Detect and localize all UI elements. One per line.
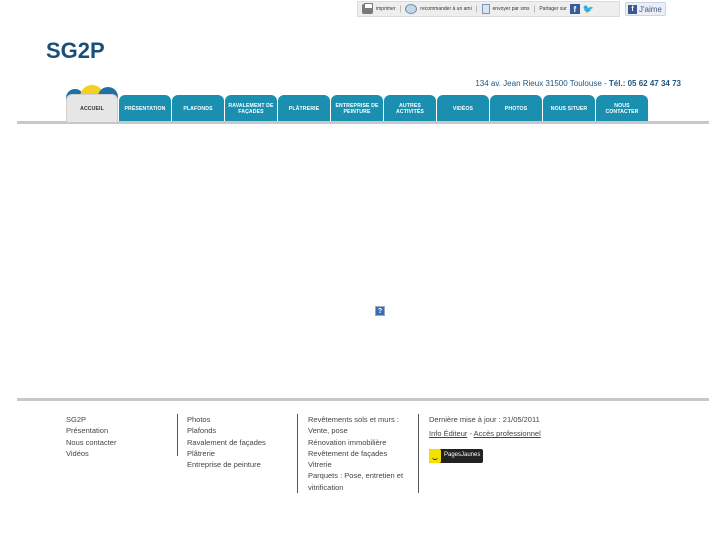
nav-divider [17,121,709,124]
printer-icon [362,3,373,14]
footer-link[interactable]: Plâtrerie [187,448,297,459]
nav-tab-ravalement[interactable]: RAVALEMENT DE FAÇADES [225,95,277,122]
footer-text: Revêtement de façades [308,448,388,458]
print-label: imprimer [376,6,396,12]
phone-number: 05 62 47 34 73 [627,79,681,88]
nav-tab-autres[interactable]: AUTRES ACTIVITÉS [384,95,436,122]
footer-link[interactable]: Nous contacter [66,437,176,448]
nav-tab-contact[interactable]: NOUS CONTACTER [596,95,648,122]
nav-tab-videos[interactable]: VIDÉOS [437,95,489,122]
info-editor-link[interactable]: Info Éditeur [429,429,467,438]
pages-jaunes-badge[interactable]: PagesJaunes [429,448,484,463]
footer-text: Vente, pose [308,426,348,436]
nav-tab-situer[interactable]: NOUS SITUER [543,95,595,122]
footer-text: Vitrerie [308,460,332,470]
footer-col-4: Dernière mise à jour : 21/05/2011 Info É… [418,414,568,493]
footer-link[interactable]: Vidéos [66,448,176,459]
nav-tab-photos[interactable]: PHOTOS [490,95,542,122]
print-link[interactable]: imprimer [362,3,396,14]
footer-link[interactable]: Photos [187,414,297,425]
recommend-label: recommander à un ami [420,6,472,12]
sms-label: envoyer par sms [492,6,530,12]
link-separator: - [469,429,472,439]
toolbar-separator: | [475,5,478,13]
footer-text: Parquets : Pose, entretien et vitrificat… [308,471,404,492]
footer-link[interactable]: Présentation [66,425,176,436]
sms-icon [481,4,490,14]
share-toolbar: imprimer | recommander à un ami | envoye… [357,1,620,17]
contact-address: 134 av. Jean Rieux 31500 Toulouse - Tél.… [475,79,681,88]
share-on-label: Partager sur [539,6,567,12]
nav-tab-plafonds[interactable]: PLAFONDS [172,95,224,122]
footer-link[interactable]: Plafonds [187,425,297,436]
facebook-like-button[interactable]: f J'aime [625,2,666,16]
nav-tab-platrerie[interactable]: PLÂTRERIE [278,95,330,122]
facebook-icon: f [628,4,637,14]
pro-access-link[interactable]: Accès professionnel [474,429,541,438]
footer-link[interactable]: SG2P [66,414,176,425]
footer-col-2: Photos Plafonds Ravalement de façades Pl… [177,414,297,469]
address-separator: - [604,79,607,88]
footer-col-1: SG2P Présentation Nous contacter Vidéos [66,414,176,459]
facebook-icon[interactable]: f [569,4,580,14]
footer-divider [17,398,709,401]
last-update: Dernière mise à jour : 21/05/2011 [429,415,540,424]
toolbar-separator: | [399,5,402,13]
nav-tab-presentation[interactable]: PRÉSENTATION [119,95,171,122]
sms-link[interactable]: envoyer par sms [481,4,530,14]
missing-image-icon: ? [375,306,385,316]
footer-text: Rénovation immobilière [308,437,387,447]
pages-jaunes-label: PagesJaunes [444,451,481,458]
email-icon [405,4,418,14]
like-label: J'aime [639,4,662,14]
twitter-icon[interactable]: 🐦 [583,4,594,14]
pages-jaunes-logo-icon [429,448,441,463]
nav-tab-peinture[interactable]: ENTREPRISE DE PEINTURE [331,95,383,122]
nav-tab-accueil[interactable]: ACCUEIL [66,94,118,122]
toolbar-separator: | [533,5,536,13]
footer-link[interactable]: Ravalement de façades [187,437,297,448]
recommend-link[interactable]: recommander à un ami [405,4,472,14]
tel-label: Tél.: [608,79,626,88]
main-nav: ACCUEIL PRÉSENTATION PLAFONDS RAVALEMENT… [66,94,649,122]
footer-col-3: Revêtements sols et murs : Vente, pose R… [297,414,419,493]
share-on: Partager sur f 🐦 [539,4,594,14]
footer-text: Revêtements sols et murs : [308,415,399,424]
footer-links-row: Info Éditeur - Accès professionnel [429,428,568,439]
site-title[interactable]: SG2P [46,38,105,64]
footer-link[interactable]: Entreprise de peinture [187,459,297,470]
address-text: 134 av. Jean Rieux 31500 Toulouse [475,79,602,88]
